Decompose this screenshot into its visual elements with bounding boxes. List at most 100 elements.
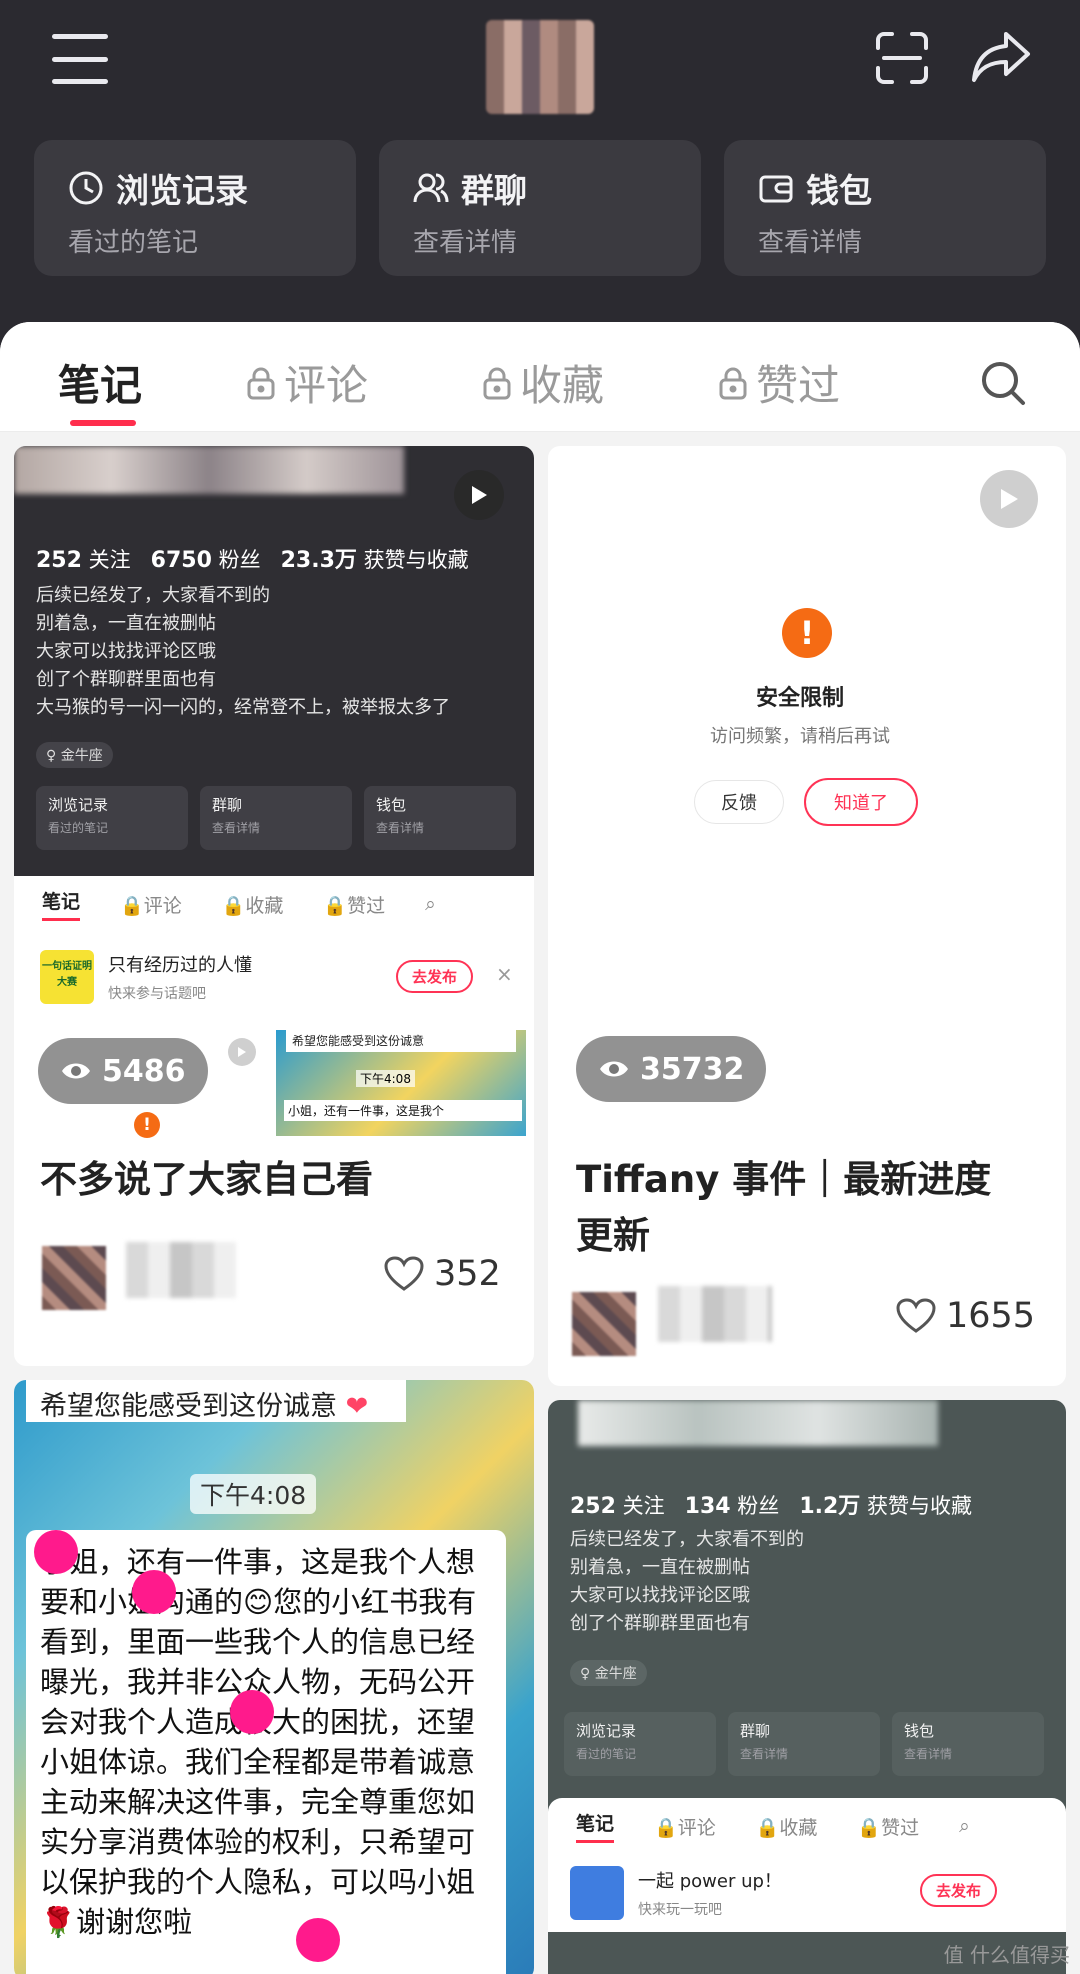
quick-browse-history[interactable]: 浏览记录 看过的笔记 (34, 140, 356, 276)
avatar[interactable] (486, 20, 594, 114)
bio-line: 别着急，一直在被删帖 (36, 613, 216, 634)
quick-title: 浏览记录 (116, 171, 248, 210)
note-title-line: Tiffany 事件｜最新进度 (576, 1158, 992, 1201)
bio-line: 后续已经发了，大家看不到的 (36, 585, 270, 606)
privacy-dot (230, 1690, 274, 1734)
eye-icon (62, 1063, 90, 1079)
tab-notes[interactable]: 笔记 (58, 352, 142, 413)
quick-actions: 浏览记录 看过的笔记 群聊 查看详情 钱包 查看详情 (34, 140, 1046, 276)
feedback-button: 反馈 (694, 780, 784, 824)
mini-quick-sub: 看过的笔记 (48, 821, 109, 835)
quick-wallet[interactable]: 钱包 查看详情 (724, 140, 1046, 276)
mini-quick-sub: 查看详情 (740, 1747, 789, 1761)
bio-line: 大马猴的号一闪一闪的，经常登不上，被举报太多了 (36, 697, 450, 718)
close-icon: × (496, 962, 513, 986)
tab-underline (70, 420, 136, 426)
heart-icon (384, 1256, 424, 1291)
chat-banner: 希望您能感受到这份诚意 ❤ (26, 1380, 406, 1422)
note-card[interactable]: 252 关注 134 粉丝 1.2万 获赞与收藏 后续已经发了，大家看不到的 别… (548, 1400, 1066, 1974)
content-sheet: 笔记 评论 收藏 赞过 252 关注 6750 粉丝 23.3万 获赞与收藏 后… (0, 322, 1080, 1974)
mini-quick-sub: 查看详情 (376, 821, 425, 835)
mini-tab: 笔记 (42, 887, 81, 921)
profile-stats: 252 关注 6750 粉丝 23.3万 获赞与收藏 (36, 542, 469, 574)
security-title: 安全限制 (756, 686, 845, 711)
stat-label: 粉丝 (218, 548, 261, 572)
bio-line: 创了个群聊群里面也有 (36, 669, 216, 690)
share-icon[interactable] (970, 28, 1032, 86)
stat-label: 获赞与收藏 (363, 548, 469, 572)
stat-label: 粉丝 (737, 1494, 780, 1518)
mini-tabs: 笔记 🔒评论 🔒收藏 🔒赞过 ⌕ (548, 1798, 1066, 1854)
mini-quick-sub: 查看详情 (212, 821, 261, 835)
privacy-dot (296, 1918, 340, 1962)
scan-icon[interactable] (874, 30, 930, 86)
blurred-avatar (578, 1400, 938, 1446)
tab-label: 收藏 (520, 361, 605, 410)
tab-label: 评论 (284, 361, 369, 410)
privacy-dot (132, 1570, 176, 1614)
view-count-pill: 5486 (38, 1038, 208, 1104)
lock-icon (483, 367, 511, 399)
mini-quick-title: 群聊 (740, 1722, 771, 1740)
quick-group-chat[interactable]: 群聊 查看详情 (379, 140, 701, 276)
got-it-button: 知道了 (804, 778, 918, 826)
author-avatar (572, 1292, 636, 1356)
mini-tab: 🔒收藏 (755, 1816, 818, 1839)
play-icon (454, 470, 504, 520)
bio-lines: 后续已经发了，大家看不到的 别着急，一直在被删帖 大家可以找找评论区哦 创了个群… (570, 1526, 804, 1638)
mini-quick-card: 钱包 查看详情 (364, 786, 516, 850)
group-icon (413, 173, 449, 203)
bio-line: 大家可以找找评论区哦 (36, 641, 216, 662)
author-name (658, 1286, 772, 1342)
mini-tab: 🔒赞过 (323, 894, 386, 917)
quick-sub: 查看详情 (413, 228, 518, 258)
like-number: 352 (434, 1254, 501, 1294)
warning-icon: ! (782, 608, 832, 658)
search-icon[interactable] (980, 360, 1026, 406)
stat-value: 134 (684, 1494, 731, 1519)
mini-quick-title: 浏览记录 (48, 796, 109, 814)
tab-liked[interactable]: 赞过 (718, 352, 840, 413)
bio-lines: 后续已经发了，大家看不到的 别着急，一直在被删帖 大家可以找找评论区哦 创了个群… (36, 582, 450, 722)
stat-value: 1.2万 (799, 1494, 861, 1519)
stat-value: 252 (570, 1494, 616, 1519)
note-card[interactable]: 希望您能感受到这份诚意 ❤ 下午4:08 小姐，还有一件事，这是我个人想要和小姐… (14, 1380, 534, 1974)
chat-message: 小姐，还有一件事，这是我个人想要和小姐沟通的😊您的小红书我有看到，里面一些我个人… (26, 1530, 506, 1974)
like-count[interactable]: 1655 (896, 1296, 1035, 1336)
mini-tab: 🔒赞过 (857, 1816, 920, 1839)
lock-icon (247, 367, 275, 399)
promo-icon: 一句话证明大赛 (40, 950, 94, 1004)
mini-quick-card: 钱包 查看详情 (892, 1712, 1044, 1776)
mini-search-icon: ⌕ (425, 893, 436, 915)
stat-label: 获赞与收藏 (866, 1494, 972, 1518)
note-cover: 252 关注 6750 粉丝 23.3万 获赞与收藏 后续已经发了，大家看不到的… (14, 446, 534, 876)
profile-stats: 252 关注 134 粉丝 1.2万 获赞与收藏 (570, 1488, 972, 1520)
eye-icon (600, 1061, 628, 1077)
thumb-time: 下午4:08 (356, 1070, 415, 1087)
mini-quick-sub: 查看详情 (904, 1747, 953, 1761)
quick-title: 群聊 (461, 171, 527, 210)
tab-comments[interactable]: 评论 (246, 352, 368, 413)
wallet-icon (759, 175, 793, 203)
security-subtitle: 访问频繁，请稍后再试 (710, 726, 890, 747)
bio-line: 后续已经发了，大家看不到的 (570, 1529, 804, 1550)
note-card[interactable]: 252 关注 6750 粉丝 23.3万 获赞与收藏 后续已经发了，大家看不到的… (14, 446, 534, 1366)
tab-favorites[interactable]: 收藏 (482, 352, 604, 413)
thumb-line: 小姐，还有一件事，这是我个 (284, 1100, 522, 1121)
mini-quick-card: 浏览记录 看过的笔记 (36, 786, 188, 850)
mini-quick-actions: 浏览记录 看过的笔记 群聊 查看详情 钱包 查看详情 (564, 1712, 1044, 1776)
note-card[interactable]: ! 安全限制 访问频繁，请稍后再试 反馈 知道了 35732 Tiffany 事… (548, 446, 1066, 1386)
view-count: 35732 (640, 1051, 745, 1087)
view-count-pill: 35732 (576, 1036, 767, 1102)
promo-title: 一起 power up！ (638, 1871, 782, 1892)
tab-label: 赞过 (756, 361, 841, 410)
quick-title: 钱包 (806, 171, 872, 210)
mini-quick-sub: 看过的笔记 (576, 1747, 637, 1761)
author-name (126, 1242, 236, 1298)
lock-icon (719, 367, 747, 399)
view-count: 5486 (102, 1053, 186, 1089)
like-number: 1655 (946, 1296, 1036, 1336)
heart-icon (896, 1298, 936, 1333)
like-count[interactable]: 352 (384, 1254, 501, 1294)
menu-icon[interactable] (52, 34, 108, 84)
